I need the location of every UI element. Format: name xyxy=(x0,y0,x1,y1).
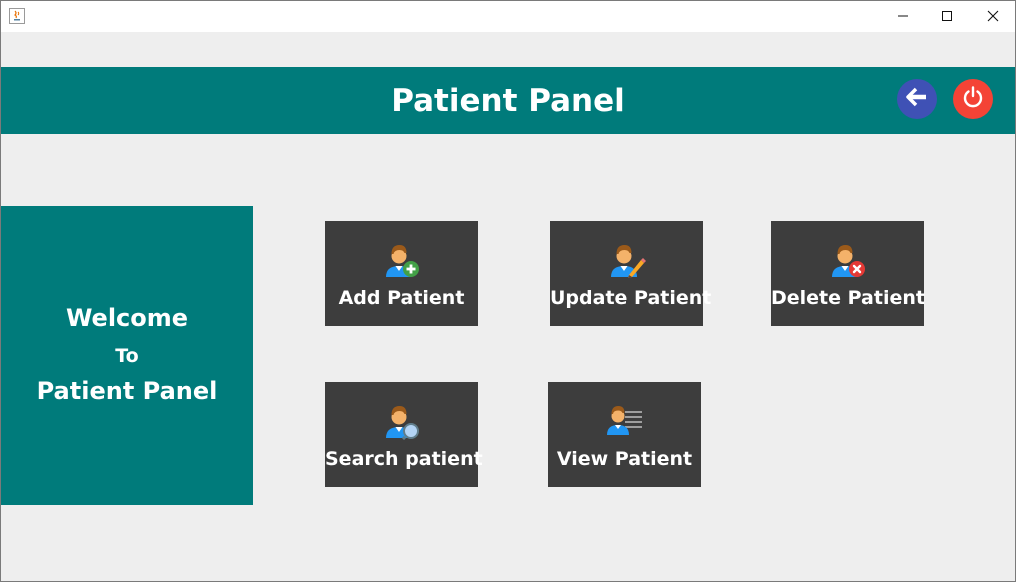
edit-user-icon xyxy=(607,241,647,279)
welcome-line-1: Welcome xyxy=(65,304,189,332)
maximize-button[interactable] xyxy=(924,1,970,32)
search-patient-button[interactable]: Search patient xyxy=(325,382,483,487)
delete-patient-button[interactable]: Delete Patient xyxy=(771,221,925,326)
add-user-icon xyxy=(382,241,422,279)
power-icon xyxy=(961,85,985,113)
header-bar: Patient Panel xyxy=(1,67,1015,134)
back-button[interactable] xyxy=(897,79,937,119)
close-icon xyxy=(987,7,999,26)
arrow-left-icon xyxy=(905,87,929,111)
search-patient-label: Search patient xyxy=(325,448,483,470)
delete-patient-label: Delete Patient xyxy=(771,287,925,309)
power-button[interactable] xyxy=(953,79,993,119)
title-bar[interactable] xyxy=(1,1,1015,32)
update-patient-label: Update Patient xyxy=(550,287,712,309)
java-icon xyxy=(9,8,25,24)
view-patient-button[interactable]: View Patient xyxy=(548,382,701,487)
page-title: Patient Panel xyxy=(391,82,625,119)
add-patient-label: Add Patient xyxy=(338,287,465,309)
add-patient-button[interactable]: Add Patient xyxy=(325,221,478,326)
view-patient-label: View Patient xyxy=(556,448,693,470)
update-patient-button[interactable]: Update Patient xyxy=(550,221,712,326)
search-user-icon xyxy=(382,402,422,441)
view-user-icon xyxy=(605,402,645,440)
minimize-icon xyxy=(897,7,909,26)
welcome-line-3: Patient Panel xyxy=(36,377,218,405)
maximize-icon xyxy=(941,7,953,26)
welcome-line-2: To xyxy=(115,345,139,367)
welcome-panel: Welcome To Patient Panel xyxy=(1,206,253,505)
close-button[interactable] xyxy=(970,1,1016,32)
app-window: Patient Panel Welcome To Patient Panel A… xyxy=(0,0,1016,582)
minimize-button[interactable] xyxy=(880,1,926,32)
remove-user-icon xyxy=(828,241,868,279)
